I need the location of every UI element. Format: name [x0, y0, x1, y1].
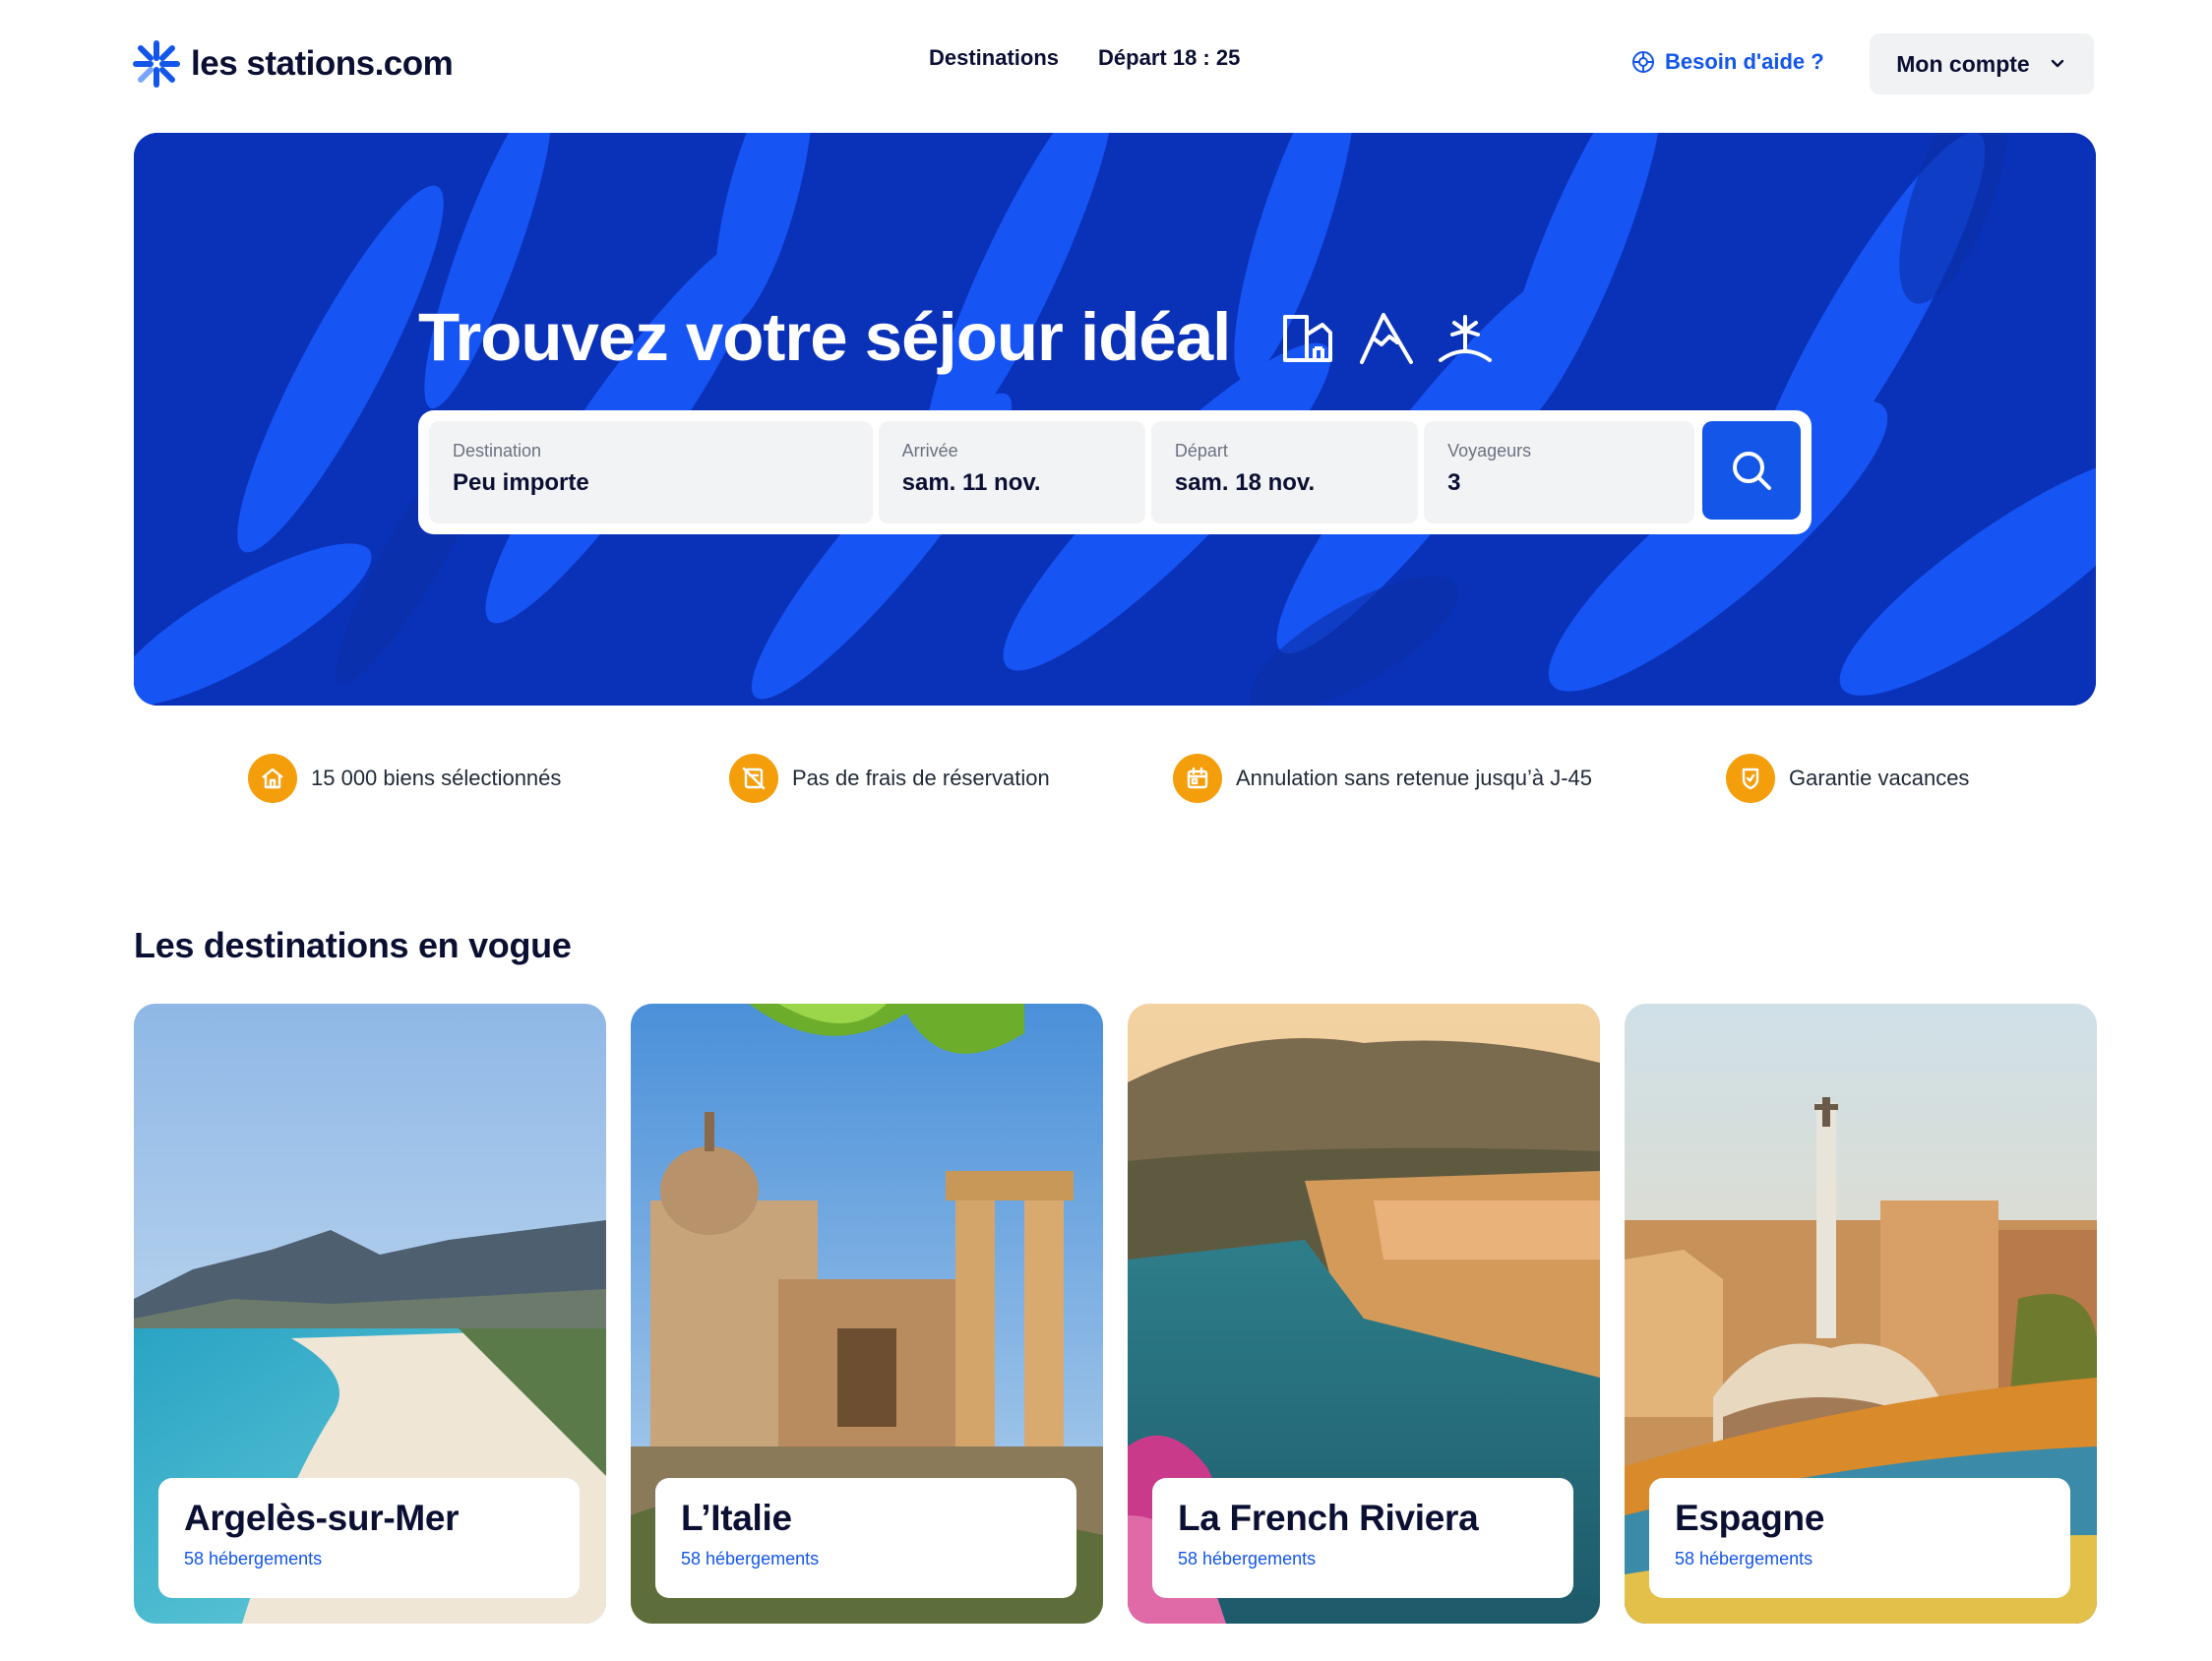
arrival-date-field[interactable]: Arrivée sam. 11 nov. [878, 421, 1145, 523]
features-strip: 15 000 biens sélectionnés Pas de frais d… [0, 754, 2212, 809]
help-link[interactable]: Besoin d'aide ? [1631, 49, 1824, 75]
destination-field[interactable]: Destination Peu importe [429, 421, 873, 523]
feature-label: Garantie vacances [1789, 766, 1970, 790]
brand-name: les stations.com [191, 44, 454, 83]
destination-label: Destination [453, 441, 542, 461]
help-label: Besoin d'aide ? [1665, 49, 1824, 74]
hero-title-text: Trouvez votre séjour idéal [418, 299, 1231, 375]
destination-card-label: La French Riviera 58 hébergements [1152, 1478, 1573, 1598]
destination-card-riviera[interactable]: La French Riviera 58 hébergements [1128, 1004, 1600, 1624]
brand-logo[interactable]: les stations.com [132, 37, 454, 91]
travelers-value: 3 [1447, 469, 1461, 496]
search-bar: Destination Peu importe Arrivée sam. 11 … [418, 410, 1812, 534]
search-button[interactable] [1702, 421, 1801, 520]
destination-cards: Argelès-sur-Mer 58 hébergements L’Italie [134, 1004, 2097, 1624]
destination-card-spain[interactable]: Espagne 58 hébergements [1625, 1004, 2097, 1624]
feature-no-fees: Pas de frais de réservation [729, 754, 1050, 803]
logo-star-icon [133, 40, 180, 88]
site-header: les stations.com Destinations Départ 18 … [0, 0, 2212, 128]
accommodation-count: 58 hébergements [1675, 1549, 1813, 1569]
accommodation-count: 58 hébergements [1178, 1549, 1317, 1569]
account-label: Mon compte [1896, 50, 2030, 77]
city-icon [1283, 314, 1333, 362]
destination-card-label: L’Italie 58 hébergements [655, 1478, 1076, 1598]
hero-title: Trouvez votre séjour idéal [418, 298, 1494, 376]
feature-label: Pas de frais de réservation [792, 766, 1050, 790]
search-icon [1733, 452, 1772, 490]
feature-label: 15 000 biens sélectionnés [311, 766, 562, 790]
destination-name: La French Riviera [1178, 1498, 1479, 1538]
destination-card-label: Argelès-sur-Mer 58 hébergements [158, 1478, 580, 1598]
arrival-value: sam. 11 nov. [901, 469, 1041, 496]
feature-selected-properties: 15 000 biens sélectionnés [248, 754, 561, 803]
hero-banner: Trouvez votre séjour idéal Destination P… [134, 133, 2096, 706]
accommodation-count: 58 hébergements [681, 1549, 820, 1569]
nav-departure-time[interactable]: Départ 18 : 25 [1098, 45, 1240, 71]
house-icon [248, 754, 297, 803]
nav-destinations[interactable]: Destinations [929, 45, 1059, 71]
calendar-icon [1173, 754, 1222, 803]
accommodation-count: 58 hébergements [184, 1549, 323, 1569]
destination-card-argeles[interactable]: Argelès-sur-Mer 58 hébergements [134, 1004, 606, 1624]
departure-date-field[interactable]: Départ sam. 18 nov. [1150, 421, 1419, 523]
feature-label: Annulation sans retenue jusqu’à J-45 [1236, 766, 1593, 790]
hero-icons [1279, 309, 1494, 366]
shield-check-icon [1726, 754, 1775, 803]
travelers-field[interactable]: Voyageurs 3 [1424, 421, 1695, 523]
destination-name: L’Italie [681, 1498, 792, 1538]
travelers-label: Voyageurs [1447, 441, 1532, 461]
feature-free-cancellation: Annulation sans retenue jusqu’à J-45 [1173, 754, 1592, 803]
departure-label: Départ [1174, 441, 1228, 461]
feature-holiday-guarantee: Garantie vacances [1726, 754, 1969, 803]
mountain-icon [1360, 312, 1414, 364]
destination-card-label: Espagne 58 hébergements [1649, 1478, 2070, 1598]
account-menu-button[interactable]: Mon compte [1870, 33, 2094, 94]
no-fee-icon [729, 754, 778, 803]
palm-island-icon [1439, 314, 1493, 362]
destination-name: Espagne [1675, 1498, 1825, 1538]
section-title: Les destinations en vogue [134, 925, 572, 965]
destination-name: Argelès-sur-Mer [184, 1498, 460, 1538]
destination-value: Peu importe [453, 469, 589, 496]
main-nav: Destinations Départ 18 : 25 [929, 45, 1240, 71]
chevron-down-icon [2051, 59, 2063, 68]
destination-card-italy[interactable]: L’Italie 58 hébergements [631, 1004, 1103, 1624]
arrival-label: Arrivée [901, 441, 958, 461]
departure-value: sam. 18 nov. [1174, 469, 1316, 496]
help-wheel-icon [1632, 51, 1654, 73]
